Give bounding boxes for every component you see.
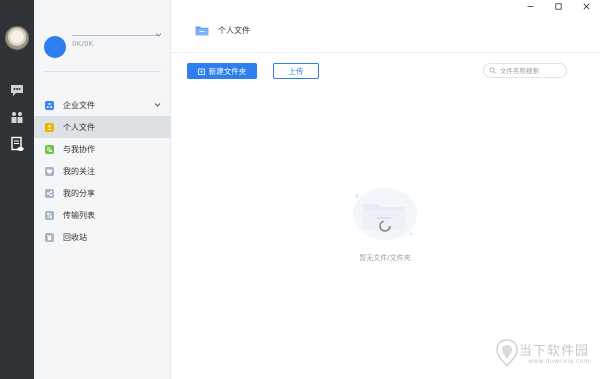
close-icon[interactable] [572,0,600,12]
chevron-down-icon[interactable] [155,31,162,38]
app-avatar[interactable] [5,26,29,50]
upload-button[interactable]: 上传 [273,63,319,79]
personal-icon [45,122,54,132]
watermark-logo-icon [495,339,519,367]
nav-item-label: 传输列表 [63,210,95,220]
watermark-url: www.downxia.com [528,358,590,365]
search-icon [489,67,496,74]
window-controls [516,0,600,12]
left-rail [0,0,34,379]
nav-item-enterprise-files[interactable]: 企业文件 [34,94,171,116]
watermark-title: 当下软件园 [519,344,590,359]
chat-icon[interactable] [9,82,25,98]
empty-state: 暂无文件/文件夹 [339,180,431,262]
add-folder-icon [197,68,205,75]
trash-icon [45,232,54,242]
nav-item-label: 与我协作 [63,144,95,154]
share-icon [45,188,54,198]
chevron-down-icon[interactable] [154,102,161,108]
watermark: 当下软件园 www.downxia.com [495,339,595,369]
quota-progress-bar [72,35,158,36]
nav-item-shares[interactable]: 我的分享 [34,182,171,204]
contacts-icon[interactable] [9,109,25,125]
new-folder-label: 新建文件夹 [208,66,247,76]
nav-item-label: 回收站 [63,232,87,242]
empty-message: 暂无文件/文件夹 [359,254,411,262]
breadcrumb: 个人文件 [195,25,250,36]
heart-icon [45,166,54,176]
nav-item-label: 我的分享 [63,188,95,198]
nav-item-label: 个人文件 [63,122,95,132]
nav-item-following[interactable]: 我的关注 [34,160,171,182]
folder-icon [195,25,209,36]
nav-item-recycle-bin[interactable]: 回收站 [34,226,171,248]
main-content: 个人文件 新建文件夹 上传 暂无文件/文件夹 [171,12,600,379]
nav-list: 企业文件 个人文件 与我协作 我的关注 我的分享 传输列表 回收站 [34,94,171,248]
storage-quota: 0K/0K [72,40,94,48]
search-box[interactable] [483,63,567,78]
cloud-doc-icon[interactable] [9,136,25,152]
page-title: 个人文件 [218,26,250,35]
nav-item-personal-files[interactable]: 个人文件 [34,116,171,138]
divider [44,71,161,72]
minimize-icon[interactable] [516,0,544,12]
side-panel: 0K/0K 企业文件 个人文件 与我协作 我的关注 我的分享 传输列表 回收站 [34,0,171,379]
nav-item-label: 我的关注 [63,166,95,176]
nav-item-collaboration[interactable]: 与我协作 [34,138,171,160]
maximize-icon[interactable] [544,0,572,12]
new-folder-button[interactable]: 新建文件夹 [187,63,257,79]
nav-item-transfer-list[interactable]: 传输列表 [34,204,171,226]
transfer-icon [45,210,54,220]
divider [171,52,600,53]
search-input[interactable] [500,66,564,75]
enterprise-icon [45,100,54,110]
nav-item-label: 企业文件 [63,100,95,110]
empty-folder-illustration [347,184,423,244]
collab-icon [45,144,54,154]
avatar[interactable] [44,36,66,58]
